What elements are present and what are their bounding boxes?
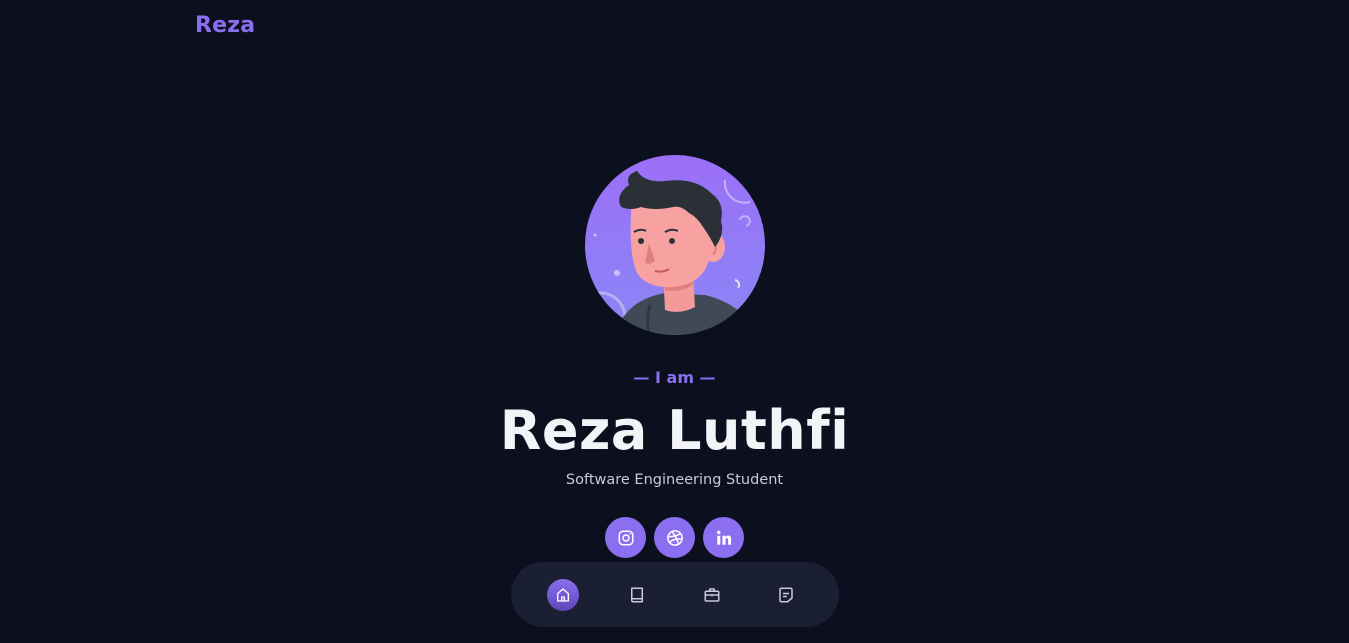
linkedin-link[interactable] (703, 517, 744, 558)
briefcase-icon (704, 588, 720, 602)
avatar (585, 155, 765, 335)
message-icon (779, 587, 793, 603)
page: Reza — I am — Reza Luthfi Software Engin… (0, 0, 1349, 643)
book-icon (631, 587, 643, 603)
hero-role: Software Engineering Student (565, 472, 784, 488)
hero-name: Reza Luthfi (499, 399, 850, 462)
nav-about[interactable] (621, 579, 653, 611)
home-icon (557, 588, 569, 602)
instagram-icon (618, 530, 633, 545)
social-links (605, 517, 744, 558)
nav-contact[interactable] (770, 579, 802, 611)
nav-portfolio[interactable] (696, 579, 728, 611)
nav-home[interactable] (547, 579, 579, 611)
instagram-link[interactable] (605, 517, 646, 558)
dribbble-link[interactable] (654, 517, 695, 558)
dribbble-icon (666, 529, 683, 546)
bottom-nav (511, 562, 839, 627)
intro-text: — I am — (633, 368, 716, 387)
linkedin-icon (716, 530, 731, 545)
logo-link[interactable]: Reza (195, 13, 255, 38)
